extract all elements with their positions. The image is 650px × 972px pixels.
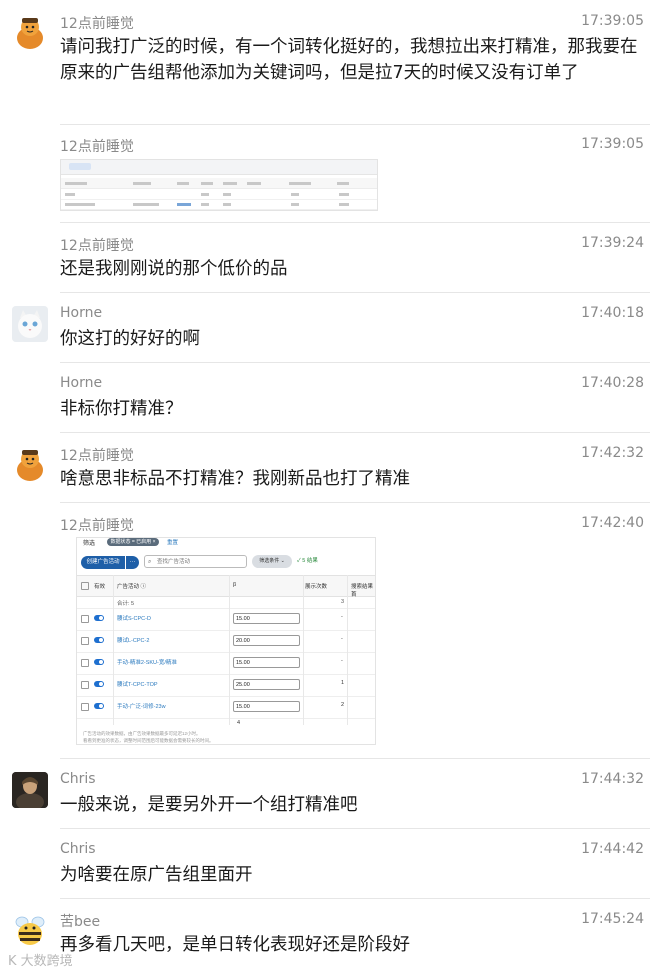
sender-name: Chris <box>60 771 96 787</box>
divider <box>60 222 650 223</box>
avatar-12dian[interactable] <box>12 14 48 50</box>
row-checkbox <box>81 659 89 667</box>
table-row: 手动-广泛-词修-23w 15.00 2 <box>77 696 375 719</box>
sender-name: 苦bee <box>60 914 101 930</box>
sender-name: Chris <box>60 841 96 857</box>
campaign-screenshot-thumbnail[interactable]: 筛选 数据状态 = 已启用 × 重置 创建广告活动 ··· ⌕ 查找广告活动 筛… <box>76 537 376 745</box>
toggle-switch <box>94 703 104 709</box>
message-text: 一般来说，是要另外开一个组打精准吧 <box>60 795 358 815</box>
table-row: 手动-精准2-SKU-宽/精准 15.00 - <box>77 652 375 675</box>
divider <box>60 502 650 503</box>
message-text: 啥意思非标品不打精准？我刚新品也打了精准 <box>60 469 410 489</box>
timestamp: 17:45:24 <box>581 911 644 927</box>
message-text: 请问我打广泛的时候，有一个词转化挺好的，我想拉出来打精准，那我要在原来的广告组帮… <box>60 37 638 83</box>
toggle-switch <box>94 637 104 643</box>
divider <box>60 432 650 433</box>
table-screenshot-thumbnail[interactable] <box>60 159 378 211</box>
filter-label: 筛选 <box>83 541 96 547</box>
filter-select: 筛选条件 ⌄ <box>252 555 292 568</box>
toggle-switch <box>94 659 104 665</box>
table-row: 腰试L-CPC-2 20.00 - <box>77 630 375 653</box>
timestamp: 17:42:32 <box>581 445 644 461</box>
sender-name: 12点前睡觉 <box>60 518 134 534</box>
reset-link: 重置 <box>167 540 179 546</box>
sender-name: Horne <box>60 375 103 391</box>
avatar-12dian[interactable] <box>12 446 48 482</box>
message-text: 为啥要在原广告组里面开 <box>60 865 253 885</box>
divider <box>60 124 650 125</box>
table-header: 有效 广告活动 ⓘ β 展示次数 搜索结果首 <box>77 575 375 598</box>
timestamp: 17:42:40 <box>581 515 644 531</box>
table-row: 腰试S-CPC-D 15.00 - <box>77 608 375 631</box>
create-campaign-button: 创建广告活动 <box>81 556 125 569</box>
avatar-horne[interactable] <box>12 306 48 342</box>
avatar-bee[interactable] <box>12 912 48 948</box>
page-number: 4 <box>237 720 241 726</box>
more-button: ··· <box>126 556 139 569</box>
row-checkbox <box>81 615 89 623</box>
result-count: ✓ 5 结果 <box>297 558 318 564</box>
sender-name: Horne <box>60 305 103 321</box>
toggle-switch <box>94 681 104 687</box>
search-input: ⌕ 查找广告活动 <box>144 555 247 568</box>
row-checkbox <box>81 681 89 689</box>
select-all-checkbox <box>81 582 89 590</box>
timestamp: 17:39:05 <box>581 136 644 152</box>
divider <box>60 828 650 829</box>
filter-pill: 数据状态 = 已启用 × <box>107 538 159 546</box>
divider <box>60 292 650 293</box>
message-text: 还是我刚刚说的那个低价的品 <box>60 259 288 279</box>
message-text: 再多看几天吧，是单日转化表现好还是阶段好 <box>60 935 410 955</box>
timestamp: 17:40:18 <box>581 305 644 321</box>
timestamp: 17:44:32 <box>581 771 644 787</box>
message-text: 非标你打精准？ <box>60 399 183 419</box>
message-text: 你这打的好好的啊 <box>60 329 200 349</box>
timestamp: 17:44:42 <box>581 841 644 857</box>
search-icon: ⌕ <box>148 559 152 565</box>
sender-name: 12点前睡觉 <box>60 16 134 32</box>
sender-name: 12点前睡觉 <box>60 448 134 464</box>
avatar-chris[interactable] <box>12 772 48 808</box>
row-checkbox <box>81 703 89 711</box>
divider <box>60 898 650 899</box>
timestamp: 17:39:24 <box>581 235 644 251</box>
timestamp: 17:40:28 <box>581 375 644 391</box>
sender-name: 12点前睡觉 <box>60 238 134 254</box>
footer-note: 广告活动的效果数据，由广告效果数据最多可延迟12小时。 看看到更准的状态，调整时… <box>83 731 214 743</box>
row-checkbox <box>81 637 89 645</box>
watermark: K 大数跨境 <box>8 954 73 969</box>
divider <box>60 758 650 759</box>
sender-name: 12点前睡觉 <box>60 139 134 155</box>
table-row: 腰试T-CPC-TOP 25.00 1 <box>77 674 375 697</box>
divider <box>60 362 650 363</box>
toggle-switch <box>94 615 104 621</box>
timestamp: 17:39:05 <box>581 13 644 29</box>
